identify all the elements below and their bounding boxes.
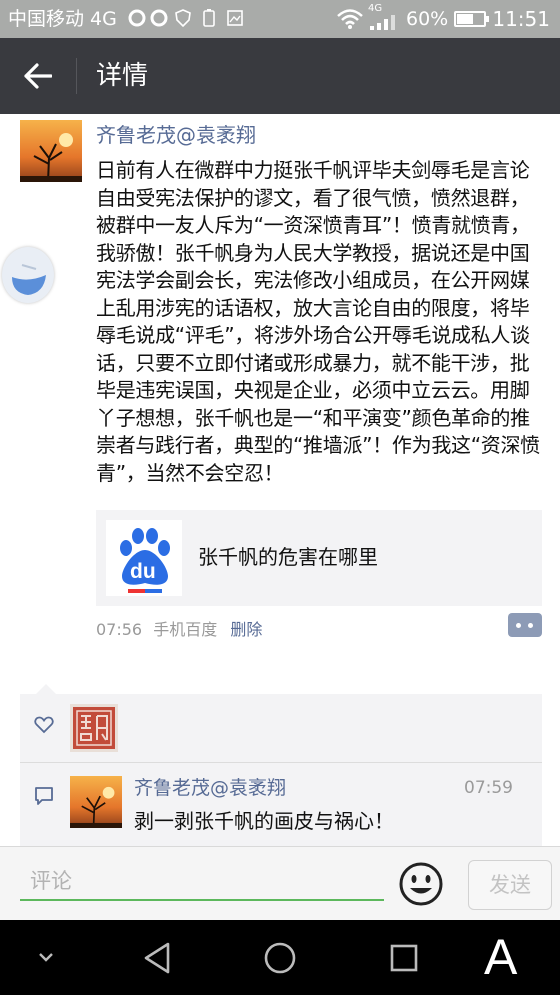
author-name[interactable]: 齐鲁老茂@袁袤翔 xyxy=(96,121,256,149)
chevron-down-icon[interactable] xyxy=(36,950,56,964)
carrier-label: 中国移动 4G xyxy=(8,8,117,30)
emoji-icon xyxy=(399,862,443,906)
post-source[interactable]: 手机百度 xyxy=(153,620,217,639)
link-title: 张千帆的危害在哪里 xyxy=(198,545,378,569)
author-avatar[interactable] xyxy=(20,120,82,182)
signal-icon xyxy=(370,15,395,30)
page-title: 详情 xyxy=(96,61,149,91)
shield-icon xyxy=(175,9,191,27)
title-bar: 详情 xyxy=(0,38,560,114)
recents-square-icon[interactable] xyxy=(388,942,420,974)
commenter-avatar[interactable] xyxy=(70,776,122,828)
interaction-pointer xyxy=(36,684,56,694)
emoji-button[interactable] xyxy=(398,861,444,907)
back-triangle-icon[interactable] xyxy=(140,940,174,976)
screenshot-icon xyxy=(227,10,243,26)
comment-time: 07:59 xyxy=(464,778,513,798)
clock: 11:51 xyxy=(492,7,550,31)
send-button[interactable]: 发送 xyxy=(468,860,552,910)
comment-input[interactable] xyxy=(20,863,384,901)
post-meta: 07:56 手机百度 删除 xyxy=(96,618,262,642)
wifi-icon xyxy=(337,9,363,29)
baidu-logo-text: du xyxy=(130,560,156,583)
battery-icon xyxy=(454,11,489,27)
home-circle-icon[interactable] xyxy=(262,940,298,976)
likes-divider xyxy=(20,762,542,763)
battery-percent: 60% xyxy=(406,8,449,30)
post-text: 日前有人在微群中力挺张千帆评毕夫剑辱毛是言论自由受宪法保护的谬文，看了很气愤，愤… xyxy=(96,158,540,485)
baidu-paw-icon: du xyxy=(106,520,182,596)
comment-text[interactable]: 剥一剥张千帆的画皮与祸心！ xyxy=(134,806,394,836)
app-notification-icon xyxy=(128,9,146,27)
post-time: 07:56 xyxy=(96,620,143,639)
link-card[interactable]: du 张千帆的危害在哪里 xyxy=(96,510,542,606)
title-divider xyxy=(76,58,77,94)
battery-saver-icon xyxy=(203,9,215,27)
heart-icon xyxy=(34,716,54,734)
system-nav-bar xyxy=(0,920,560,995)
liker-avatar[interactable] xyxy=(70,704,118,752)
comment-author[interactable]: 齐鲁老茂@袁袤翔 xyxy=(134,774,286,802)
status-bar: 中国移动 4G 4G 60% 11:51 xyxy=(0,0,560,38)
arrow-left-icon[interactable] xyxy=(24,63,52,89)
floating-assistant-bubble[interactable] xyxy=(2,247,54,303)
keyboard-key-a[interactable]: A xyxy=(484,926,517,988)
more-options-button[interactable] xyxy=(508,613,542,637)
comment-bar: 发送 xyxy=(0,846,560,921)
app-notification-icon-2 xyxy=(150,9,168,27)
delete-link[interactable]: 删除 xyxy=(230,620,262,639)
comment-icon xyxy=(35,787,53,805)
